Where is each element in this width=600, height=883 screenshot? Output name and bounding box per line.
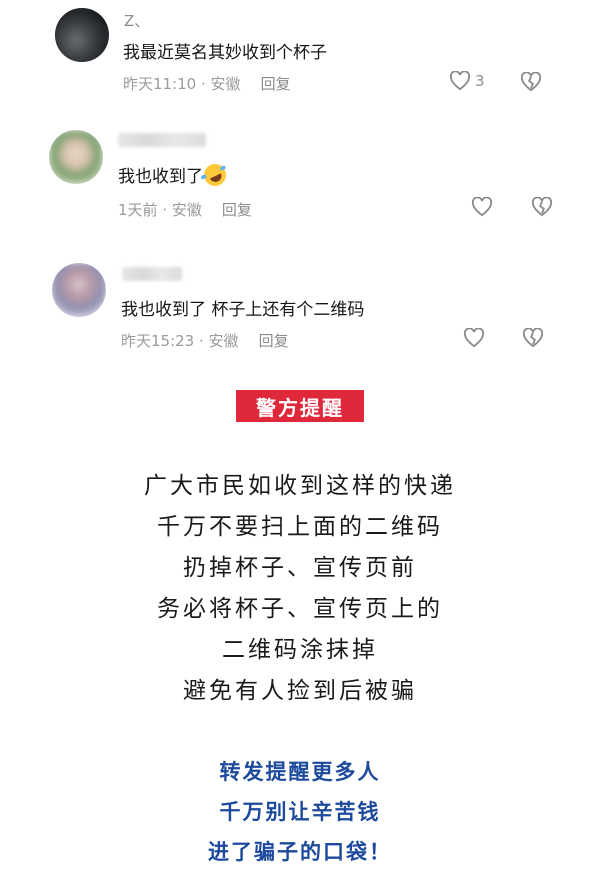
warning-line: 避免有人捡到后被骗	[183, 678, 417, 704]
warning-text-block: 广大市民如收到这样的快递 千万不要扫上面的二维码 扔掉杯子、宣传页前 务必将杯子…	[0, 466, 600, 712]
call-to-action-block: 转发提醒更多人 千万别让辛苦钱 进了骗子的口袋！	[0, 752, 600, 872]
comment-meta: 昨天15:23 · 安徽 回复	[121, 330, 289, 351]
meta-separator: ·	[194, 332, 209, 350]
heart-outline-icon	[463, 328, 485, 348]
comment-time: 昨天15:23	[121, 332, 195, 350]
meta-separator: ·	[157, 201, 172, 219]
comment-location: 安徽	[171, 201, 202, 219]
comment-meta: 1天前 · 安徽 回复	[118, 199, 252, 220]
like-button[interactable]: 3	[449, 71, 485, 91]
comment-item: 我也收到了 杯子上还有个二维码 昨天15:23 · 安徽 回复	[0, 252, 600, 362]
like-count: 3	[475, 72, 485, 90]
warning-line: 扔掉杯子、宣传页前	[183, 555, 417, 581]
reply-button[interactable]: 回复	[261, 75, 291, 93]
comment-time: 1天前	[118, 201, 158, 219]
reply-button[interactable]: 回复	[222, 201, 252, 219]
comment-text-content: 我也收到了	[118, 167, 203, 187]
comment-text: 我也收到了	[118, 160, 230, 190]
comment-username[interactable]: Z、	[124, 10, 149, 31]
meta-separator: ·	[196, 75, 211, 93]
warning-line: 务必将杯子、宣传页上的	[157, 596, 443, 622]
comment-location: 安徽	[208, 332, 239, 350]
cta-line: 进了骗子的口袋！	[208, 840, 392, 864]
warning-line: 千万不要扫上面的二维码	[157, 514, 443, 540]
rolling-laughing-emoji-icon	[200, 160, 230, 190]
like-button[interactable]	[463, 328, 485, 348]
reply-button[interactable]: 回复	[259, 332, 289, 350]
comment-meta: 昨天11:10 · 安徽 回复	[123, 73, 291, 94]
cta-line: 转发提醒更多人	[219, 760, 381, 784]
comment-item: 我也收到了 1天前 · 安徽 回复	[0, 120, 600, 230]
heart-outline-icon	[449, 71, 471, 91]
avatar[interactable]	[52, 263, 106, 317]
comment-time: 昨天11:10	[123, 75, 197, 93]
police-warning-badge: 警方提醒	[236, 390, 364, 422]
cta-line: 千万别让辛苦钱	[219, 800, 381, 824]
avatar[interactable]	[55, 8, 109, 62]
broken-heart-icon[interactable]	[520, 72, 542, 92]
like-button[interactable]	[471, 197, 493, 217]
heart-outline-icon	[471, 197, 493, 217]
comment-item: Z、 我最近莫名其妙收到个杯子 昨天11:10 · 安徽 回复 3	[0, 0, 600, 110]
comment-text: 我也收到了 杯子上还有个二维码	[121, 300, 365, 320]
warning-line: 广大市民如收到这样的快递	[144, 473, 456, 499]
warning-line: 二维码涂抹掉	[222, 637, 378, 663]
broken-heart-icon[interactable]	[531, 197, 553, 217]
comment-location: 安徽	[210, 75, 241, 93]
comment-username-blurred	[118, 133, 206, 147]
comment-text: 我最近莫名其妙收到个杯子	[123, 43, 327, 63]
broken-heart-icon[interactable]	[522, 328, 544, 348]
avatar[interactable]	[49, 130, 103, 184]
comment-username-blurred	[122, 267, 182, 281]
